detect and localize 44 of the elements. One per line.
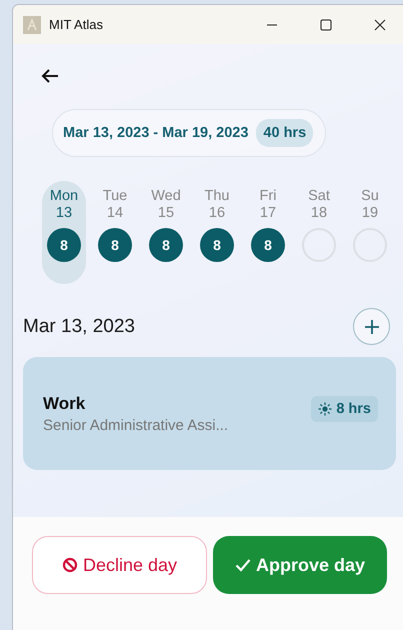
day-item[interactable]: Fri 17 8 [246, 181, 290, 284]
weekday-label: Su [361, 188, 379, 205]
day-item[interactable]: Mon 13 8 [42, 181, 86, 284]
weekday-label: Thu [204, 188, 230, 205]
weekday-label: Wed [151, 188, 181, 205]
weekday-label: Tue [102, 188, 128, 205]
week-range-pill[interactable]: Mar 13, 2023 - Mar 19, 2023 40 hrs [52, 109, 326, 157]
entry-card[interactable]: Work Senior Administrative Assi... 8 hrs [23, 357, 396, 470]
entry-title: Work [43, 394, 86, 414]
maximize-icon [320, 18, 332, 30]
close-icon [374, 18, 386, 30]
hours-circle: 8 [149, 228, 183, 262]
entry-subtitle: Senior Administrative Assi... [43, 416, 230, 434]
approve-button[interactable]: Approve day [213, 536, 387, 594]
day-number: 17 [260, 205, 276, 222]
hours-circle: 8 [98, 228, 132, 262]
check-icon [234, 558, 251, 572]
total-hours-badge: 40 hrs [256, 119, 314, 147]
day-number: 19 [362, 205, 378, 222]
day-number: 14 [106, 205, 124, 222]
weekday-label: Fri [260, 188, 276, 205]
day-item[interactable]: Tue 14 8 [93, 181, 137, 284]
app-logo-icon [23, 16, 41, 34]
week-range: Mar 13, 2023 - Mar 19, 2023 [63, 125, 248, 141]
window-title: MIT Atlas [49, 17, 103, 32]
day-number: 15 [158, 205, 174, 222]
weekday-label: Mon [50, 188, 78, 205]
hours-circle: 8 [251, 228, 285, 262]
back-arrow-icon [41, 68, 59, 84]
day-heading: Mar 13, 2023 [23, 316, 135, 338]
day-item[interactable]: Wed 15 8 [144, 181, 188, 284]
add-button[interactable] [353, 308, 390, 345]
day-number: 13 [56, 205, 72, 222]
day-number: 16 [208, 205, 226, 222]
hours-circle: 8 [200, 228, 234, 262]
weekday-label: Sat [308, 188, 330, 205]
block-icon [62, 557, 78, 573]
day-item[interactable]: Thu 16 8 [195, 181, 239, 284]
decline-button[interactable]: Decline day [32, 536, 207, 594]
hours-circle: 8 [47, 228, 81, 262]
plus-icon [364, 318, 380, 334]
sun-icon [318, 402, 332, 416]
day-number: 18 [310, 205, 328, 222]
hours-text: 8 hrs [336, 400, 371, 416]
